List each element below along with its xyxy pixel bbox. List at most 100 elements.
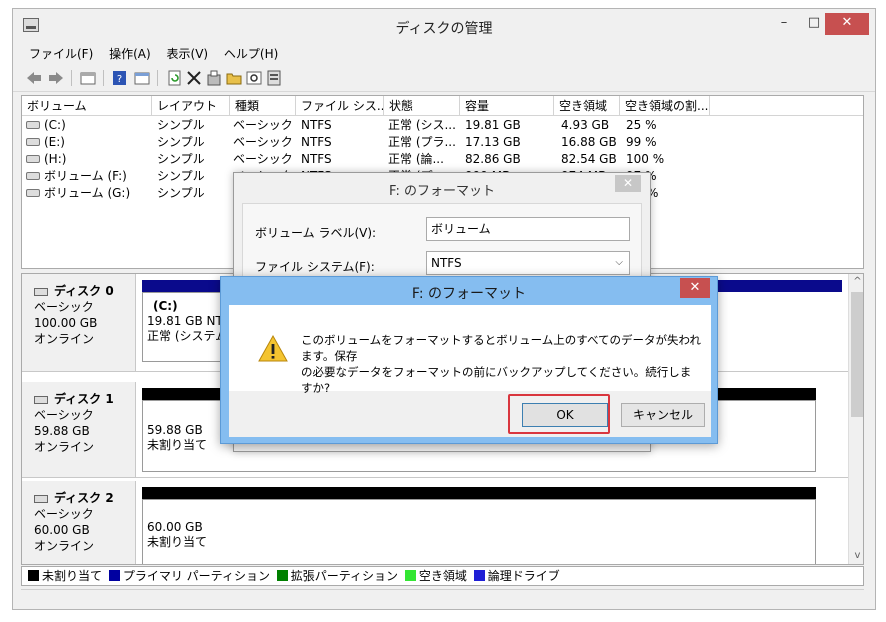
format-confirm-dialog: F: のフォーマット ✕ このボリュームをフォーマットするとボリューム上のすべて…	[220, 276, 718, 444]
disk-1-type: ベーシック	[34, 408, 94, 422]
show-pane-icon[interactable]	[79, 69, 97, 87]
disk-2-name: ディスク 2	[54, 491, 114, 505]
hard-disk-icon	[34, 494, 48, 503]
legend-swatch-extended	[276, 570, 288, 581]
volume-name-cell: (E:)	[26, 134, 152, 151]
cancel-button[interactable]: キャンセル	[621, 403, 705, 427]
disk-name: ディスク 2	[34, 489, 135, 506]
disk-2-label[interactable]: ディスク 2 ベーシック 60.00 GB オンライン	[22, 481, 136, 564]
close-button[interactable]: ✕	[825, 13, 869, 35]
menu-view[interactable]: 表示(V)	[161, 42, 215, 62]
volume-layout: シンプル	[157, 152, 205, 166]
file-system-select[interactable]: NTFS ⌵	[426, 251, 630, 275]
volume-label-field[interactable]: ボリューム	[426, 217, 630, 241]
volume-row[interactable]: (H:) シンプル ベーシック NTFS 正常 (論... 82.86 GB 8…	[22, 151, 863, 168]
volume-file-system: NTFS	[301, 118, 332, 132]
legend-swatch-logical	[473, 570, 485, 581]
title-bar: ディスクの管理 – □ ✕	[13, 9, 875, 41]
scrollbar-thumb[interactable]	[851, 292, 863, 417]
disk-2-partitions: 60.00 GB 未割り当て	[136, 481, 848, 564]
format-dialog-close-button[interactable]: ✕	[615, 175, 641, 192]
disk-0-label[interactable]: ディスク 0 ベーシック 100.00 GB オンライン	[22, 274, 136, 372]
volume-status: 正常 (プラ...	[388, 135, 456, 149]
column-header-type[interactable]: 種類	[230, 96, 296, 116]
disk-1-name: ディスク 1	[54, 392, 114, 406]
properties-icon[interactable]	[133, 69, 151, 87]
open-icon[interactable]	[225, 69, 243, 87]
legend-swatch-unallocated	[28, 570, 39, 581]
menu-help[interactable]: ヘルプ(H)	[218, 42, 284, 62]
volume-name: (C:)	[44, 118, 66, 132]
drive-icon	[26, 120, 40, 129]
confirm-dialog-body: このボリュームをフォーマットするとボリューム上のすべてのデータが失われます。保存…	[229, 305, 711, 437]
hard-disk-icon	[34, 287, 48, 296]
vertical-scrollbar[interactable]: ^ v	[848, 274, 863, 564]
drive-icon	[26, 154, 40, 163]
confirm-message-line-2: の必要なデータをフォーマットの前にバックアップしてください。続行しますか?	[301, 365, 692, 395]
refresh-icon[interactable]	[165, 69, 183, 87]
format-icon[interactable]	[265, 69, 283, 87]
volume-free-space: 82.54 GB	[561, 152, 617, 166]
volume-name: (H:)	[44, 152, 67, 166]
confirm-dialog-title: F: のフォーマット	[411, 286, 527, 302]
file-system-value: NTFS	[431, 256, 462, 270]
column-header-capacity[interactable]: 容量	[460, 96, 554, 116]
drive-icon	[26, 137, 40, 146]
volume-layout: シンプル	[157, 186, 205, 200]
connect-icon[interactable]	[205, 69, 223, 87]
back-icon[interactable]	[25, 69, 43, 87]
volume-free-space: 16.88 GB	[561, 135, 617, 149]
menu-action[interactable]: 操作(A)	[103, 42, 157, 62]
volume-name-cell: (H:)	[26, 151, 152, 168]
scroll-up-button[interactable]: ^	[849, 274, 863, 290]
disk-2-type: ベーシック	[34, 507, 94, 521]
volume-type: ベーシック	[233, 152, 293, 166]
column-header-percent-free[interactable]: 空き領域の割...	[620, 96, 710, 116]
legend-label: 拡張パーティション	[290, 569, 399, 583]
confirm-message-line-1: このボリュームをフォーマットするとボリューム上のすべてのデータが失われます。保存	[301, 333, 701, 363]
drive-icon	[26, 171, 40, 180]
scroll-down-button[interactable]: v	[849, 548, 863, 564]
delete-icon[interactable]	[185, 69, 203, 87]
disk-2-size: 60.00 GB	[34, 523, 90, 537]
help-icon[interactable]: ?	[111, 69, 129, 87]
chevron-down-icon: ⌵	[615, 257, 623, 268]
volume-file-system: NTFS	[301, 135, 332, 149]
volume-row[interactable]: (E:) シンプル ベーシック NTFS 正常 (プラ... 17.13 GB …	[22, 134, 863, 151]
toolbar-separator	[103, 70, 104, 86]
column-header-status[interactable]: 状態	[384, 96, 460, 116]
minimize-button[interactable]: –	[769, 13, 799, 35]
volume-name: (E:)	[44, 135, 65, 149]
toolbar: ?	[13, 66, 875, 92]
legend-item: 拡張パーティション	[276, 569, 399, 583]
unallocated-space[interactable]: 60.00 GB 未割り当て	[142, 499, 816, 564]
disk-1-label[interactable]: ディスク 1 ベーシック 59.88 GB オンライン	[22, 382, 136, 478]
volume-capacity: 19.81 GB	[465, 118, 521, 132]
confirm-dialog-close-button[interactable]: ✕	[680, 278, 710, 298]
volume-row[interactable]: (C:) シンプル ベーシック NTFS 正常 (シス... 19.81 GB …	[22, 117, 863, 134]
explore-icon[interactable]	[245, 69, 263, 87]
volume-layout: シンプル	[157, 169, 205, 183]
confirm-message: このボリュームをフォーマットするとボリューム上のすべてのデータが失われます。保存…	[301, 332, 701, 396]
disk-name: ディスク 0	[34, 282, 135, 299]
menu-file[interactable]: ファイル(F)	[23, 42, 99, 62]
partition-size: 60.00 GB	[147, 520, 203, 534]
volume-name: ボリューム (G:)	[44, 186, 131, 200]
disk-2-status: オンライン	[34, 539, 95, 553]
volume-status: 正常 (論...	[388, 152, 444, 166]
volume-name-cell: ボリューム (G:)	[26, 185, 152, 202]
legend-swatch-primary	[108, 570, 120, 581]
legend-label: プライマリ パーティション	[122, 569, 270, 583]
column-header-file-system[interactable]: ファイル シス...	[296, 96, 384, 116]
volume-type: ベーシック	[233, 118, 293, 132]
column-header-volume[interactable]: ボリューム	[22, 96, 152, 116]
volume-capacity: 17.13 GB	[465, 135, 521, 149]
forward-icon[interactable]	[47, 69, 65, 87]
file-system-caption: ファイル システム(F):	[255, 260, 375, 274]
column-header-free-space[interactable]: 空き領域	[554, 96, 620, 116]
legend: 未割り当て プライマリ パーティション 拡張パーティション 空き領域 論理ドライ…	[21, 566, 864, 586]
legend-swatch-free	[404, 570, 416, 581]
volume-list-header: ボリューム レイアウト 種類 ファイル シス... 状態 容量 空き領域 空き領…	[22, 96, 863, 116]
column-header-layout[interactable]: レイアウト	[152, 96, 230, 116]
legend-label: 論理ドライブ	[487, 569, 560, 583]
